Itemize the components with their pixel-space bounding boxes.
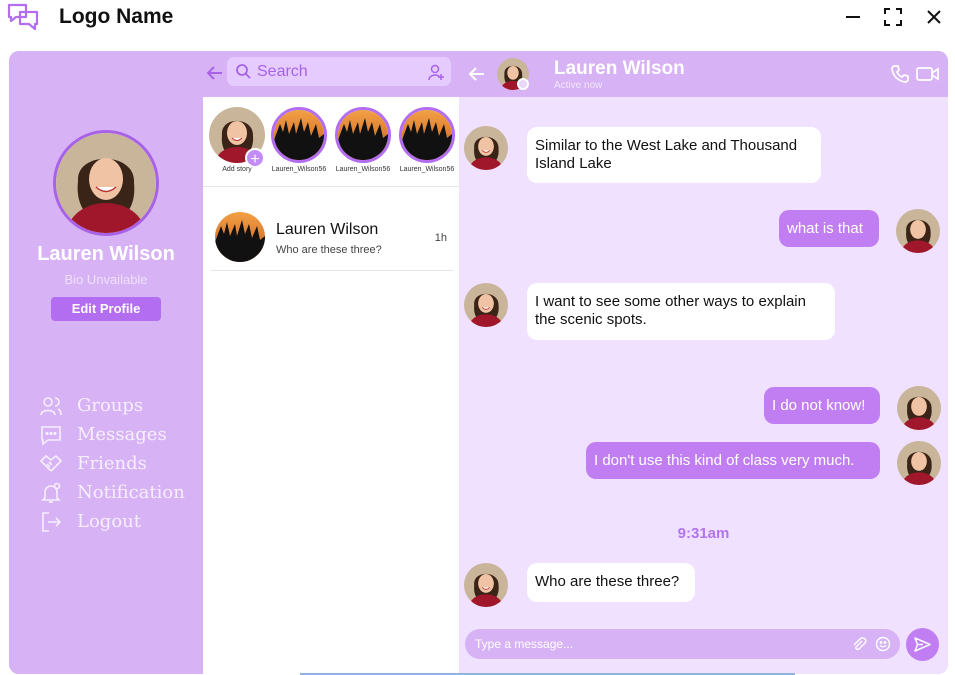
message-composer [465,629,900,659]
contacts-header [203,51,459,97]
silhouette-photo-icon [338,110,388,160]
profile-photo-icon [897,386,941,430]
profile-photo-icon [464,283,508,327]
sidebar-item-label: Notification [77,482,185,503]
sidebar-item-notification[interactable]: Notification [39,478,185,507]
search-box [227,57,451,86]
story-item[interactable]: Lauren_Wilson56 [267,107,331,173]
back-arrow-icon[interactable] [205,63,225,83]
story-avatar [271,107,327,163]
emoji-icon[interactable] [875,636,891,652]
story-label: Lauren_Wilson56 [271,166,327,173]
sidebar-item-label: Friends [77,453,147,474]
silhouette-photo-icon [274,110,324,160]
chat-contact-status: Active now [554,80,603,91]
silhouette-photo-icon [402,110,452,160]
logo-name: Logo Name [59,5,174,28]
profile-photo-icon [896,209,940,253]
message-bubble-incoming: Who are these three? [527,563,695,602]
chat-header: Lauren Wilson Active now [459,51,948,97]
title-bar: Logo Name [0,0,955,38]
messenger-window: Lauren Wilson Bio Unvailable Edit Profil… [9,51,948,674]
chat-contact-name: Lauren Wilson [554,58,685,79]
message-bubble-incoming: Similar to the West Lake and Thousand Is… [527,127,821,183]
sidebar-item-groups[interactable]: Groups [39,391,185,420]
send-button[interactable] [906,628,939,661]
profile-avatar [53,130,159,236]
time-separator: 9:31am [677,525,730,542]
sidebar-item-friends[interactable]: Friends [39,449,185,478]
messages-icon [41,425,61,446]
phone-call-icon[interactable] [890,64,910,84]
stories-strip: + Add story Lauren_Wilson56 Lauren_Wilso… [203,107,459,187]
contacts-panel: + Add story Lauren_Wilson56 [203,51,459,674]
message-avatar [464,126,508,170]
profile-photo-icon [464,126,508,170]
message-avatar [897,386,941,430]
chat-logo-icon [7,3,39,31]
contact-avatar [215,212,265,262]
contact-time: 1h [434,232,447,244]
story-label: Lauren_Wilson56 [399,166,455,173]
online-status-dot [517,78,529,90]
send-icon [914,637,931,652]
add-user-icon[interactable] [427,63,445,81]
sidebar-nav: Groups Messages Friends Notification Log… [39,391,185,536]
maximize-icon[interactable] [882,6,904,28]
message-input[interactable] [475,635,835,653]
profile-name: Lauren Wilson [37,243,175,265]
message-bubble-outgoing: I don't use this kind of class very much… [586,442,880,479]
story-item[interactable]: Lauren_Wilson56 [395,107,459,173]
contact-name: Lauren Wilson [276,221,379,238]
profile-photo-icon [464,563,508,607]
sidebar-item-logout[interactable]: Logout [39,507,185,536]
chat-panel: Lauren Wilson Active now Similar to the … [459,51,948,674]
message-avatar [464,563,508,607]
edit-profile-button[interactable]: Edit Profile [51,297,161,321]
story-avatar [335,107,391,163]
logout-icon [42,511,62,532]
message-avatar [897,441,941,485]
groups-icon [40,396,62,415]
story-avatar [399,107,455,163]
profile-photo-icon [897,441,941,485]
contact-last-message: Who are these three? [276,244,382,256]
message-bubble-incoming: I want to see some other ways to explain… [527,283,835,340]
sidebar-item-messages[interactable]: Messages [39,420,185,449]
paperclip-icon[interactable] [851,636,867,652]
sidebar-item-label: Logout [77,511,141,532]
silhouette-photo-icon [215,212,265,262]
close-icon[interactable] [923,6,945,28]
profile-bio: Bio Unvailable [64,272,148,287]
video-call-icon[interactable] [916,64,940,84]
search-icon [236,64,251,79]
story-add[interactable]: + Add story [205,107,269,173]
profile-photo-icon [56,133,156,233]
back-arrow-icon[interactable] [467,64,487,84]
conversation-list-item[interactable]: Lauren Wilson Who are these three? 1h [211,205,453,271]
message-avatar [464,283,508,327]
search-input[interactable] [257,61,417,82]
notification-icon [41,482,61,503]
message-bubble-outgoing: what is that [779,210,879,247]
message-bubble-outgoing: I do not know! [764,387,880,424]
sidebar-item-label: Messages [77,424,167,445]
friends-icon [39,454,63,471]
profile-sidebar: Lauren Wilson Bio Unvailable Edit Profil… [9,51,203,674]
story-label: Lauren_Wilson56 [335,166,391,173]
add-story-plus-icon[interactable]: + [245,148,265,168]
sidebar-item-label: Groups [77,395,144,416]
story-item[interactable]: Lauren_Wilson56 [331,107,395,173]
minimize-icon[interactable] [842,6,864,28]
message-avatar [896,209,940,253]
